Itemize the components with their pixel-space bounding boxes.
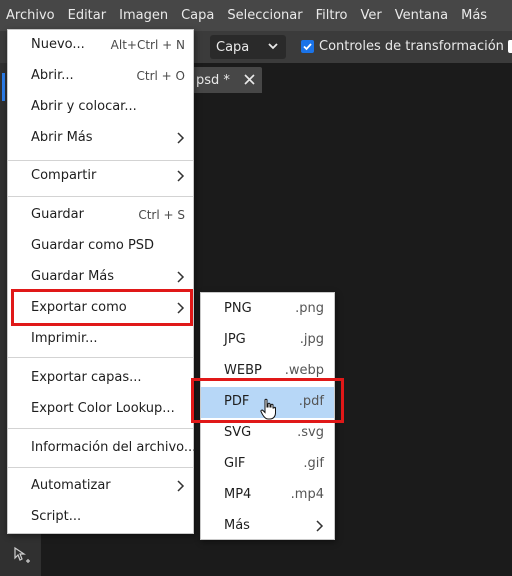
menu-item-label: Nuevo... xyxy=(31,37,85,52)
shortcut-text: Ctrl + S xyxy=(138,208,185,222)
layer-select[interactable]: Capa xyxy=(210,35,286,59)
export-format-label: GIF xyxy=(224,456,246,471)
active-tool-indicator xyxy=(2,73,5,101)
menu-item-abrir-y-colocar[interactable]: Abrir y colocar... xyxy=(8,92,193,123)
transform-controls-checkbox[interactable] xyxy=(301,40,314,53)
export-jpg[interactable]: JPG .jpg xyxy=(201,325,334,356)
menu-item-label: Información del archivo... xyxy=(31,440,197,455)
menu-item-informacion-del-archivo[interactable]: Información del archivo... xyxy=(8,433,197,464)
menu-separator xyxy=(8,357,193,358)
menu-item-exportar-capas[interactable]: Exportar capas... xyxy=(8,363,193,394)
menu-item-label: Abrir... xyxy=(31,68,74,83)
menu-item-nuevo[interactable]: Nuevo... Alt+Ctrl + N xyxy=(8,30,193,61)
export-extension: .gif xyxy=(303,456,324,471)
menu-item-label: Automatizar xyxy=(31,478,111,493)
menu-item-label: Abrir y colocar... xyxy=(31,99,137,114)
menu-item-script[interactable]: Script... xyxy=(8,502,193,533)
chevron-right-icon xyxy=(316,520,324,532)
chevron-down-icon xyxy=(268,43,278,50)
close-icon[interactable] xyxy=(243,73,256,86)
menu-item-imprimir[interactable]: Imprimir... xyxy=(8,324,193,355)
menu-item-abrir[interactable]: Abrir... Ctrl + O xyxy=(8,61,193,92)
export-format-label: MP4 xyxy=(224,487,252,502)
transform-controls-label: Controles de transformación xyxy=(319,39,504,54)
export-gif[interactable]: GIF .gif xyxy=(201,449,334,480)
menu-item-label: Guardar Más xyxy=(31,269,115,284)
export-mas[interactable]: Más xyxy=(201,511,334,542)
menu-item-abrir-mas[interactable]: Abrir Más xyxy=(8,123,193,154)
shortcut-text: Alt+Ctrl + N xyxy=(110,38,185,52)
export-png[interactable]: PNG .png xyxy=(201,294,334,325)
menu-imagen[interactable]: Imagen xyxy=(113,0,175,31)
menu-item-guardar-como-psd[interactable]: Guardar como PSD xyxy=(8,231,193,262)
menu-separator xyxy=(8,467,193,468)
export-extension: .webp xyxy=(284,363,324,378)
move-tool-icon[interactable] xyxy=(12,545,34,567)
chevron-right-icon xyxy=(177,271,185,283)
menu-item-automatizar[interactable]: Automatizar xyxy=(8,471,193,502)
mouse-pointer-icon xyxy=(260,398,276,420)
checkmark-icon xyxy=(303,43,312,51)
export-mp4[interactable]: MP4 .mp4 xyxy=(201,480,334,511)
export-format-label: Más xyxy=(224,518,250,533)
menu-item-export-color-lookup[interactable]: Export Color Lookup... xyxy=(8,394,193,425)
export-extension: .svg xyxy=(297,425,324,440)
chevron-right-icon xyxy=(177,170,185,182)
export-extension: .mp4 xyxy=(290,487,324,502)
highlight-box-exportar-como xyxy=(11,289,193,326)
menu-item-label: Script... xyxy=(31,509,82,524)
menu-bar: Archivo Editar Imagen Capa Seleccionar F… xyxy=(0,0,512,31)
export-extension: .png xyxy=(295,301,324,316)
menu-item-label: Imprimir... xyxy=(31,331,98,346)
menu-item-label: Guardar xyxy=(31,207,84,222)
menu-mas[interactable]: Más xyxy=(455,0,494,31)
chevron-right-icon xyxy=(177,132,185,144)
document-tab[interactable]: psd * xyxy=(188,67,262,93)
menu-item-compartir[interactable]: Compartir xyxy=(8,161,193,192)
menu-ver[interactable]: Ver xyxy=(354,0,388,31)
shortcut-text: Ctrl + O xyxy=(136,69,185,83)
menu-item-label: Compartir xyxy=(31,168,97,183)
export-format-label: PNG xyxy=(224,301,252,316)
menu-filtro[interactable]: Filtro xyxy=(310,0,355,31)
chevron-right-icon xyxy=(177,480,185,492)
export-format-label: WEBP xyxy=(224,363,262,378)
menu-seleccionar[interactable]: Seleccionar xyxy=(221,0,309,31)
menu-editar[interactable]: Editar xyxy=(62,0,114,31)
menu-separator xyxy=(8,196,193,197)
file-menu: Nuevo... Alt+Ctrl + N Abrir... Ctrl + O … xyxy=(7,29,197,534)
export-format-label: SVG xyxy=(224,425,252,440)
menu-item-label: Exportar capas... xyxy=(31,370,142,385)
document-tab-label: psd * xyxy=(196,72,230,88)
layer-select-value: Capa xyxy=(216,39,250,55)
menu-capa[interactable]: Capa xyxy=(175,0,221,31)
menu-ventana[interactable]: Ventana xyxy=(389,0,455,31)
menu-item-label: Guardar como PSD xyxy=(31,238,155,253)
menu-separator xyxy=(8,428,193,429)
export-extension: .jpg xyxy=(299,332,324,347)
menu-item-guardar[interactable]: Guardar Ctrl + S xyxy=(8,200,193,231)
menu-item-label: Abrir Más xyxy=(31,130,93,145)
export-format-label: JPG xyxy=(224,332,246,347)
menu-archivo[interactable]: Archivo xyxy=(0,0,62,31)
secondary-checkbox[interactable] xyxy=(508,40,512,53)
menu-item-label: Export Color Lookup... xyxy=(31,401,175,416)
